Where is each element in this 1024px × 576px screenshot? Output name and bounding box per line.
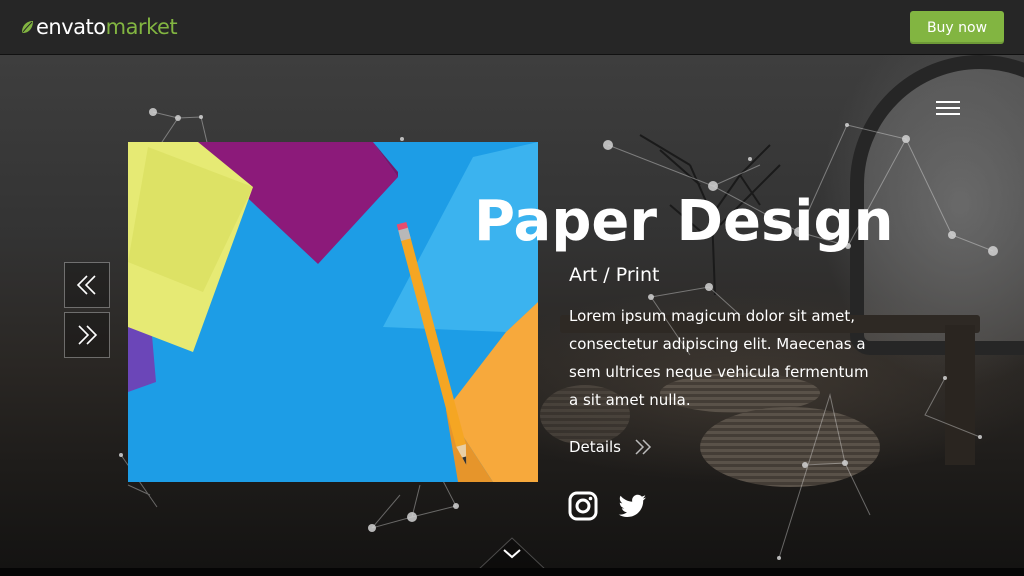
buy-now-button[interactable]: Buy now	[910, 11, 1004, 44]
prev-arrow-icon	[76, 275, 96, 295]
menu-icon[interactable]	[934, 98, 962, 118]
slide-description: Lorem ipsum magicum dolor sit amet, cons…	[569, 307, 869, 409]
scroll-down-button[interactable]	[478, 536, 546, 570]
logo-text-envato: envato	[36, 15, 106, 39]
details-link[interactable]: Details	[569, 438, 653, 456]
details-label: Details	[569, 438, 622, 456]
envato-market-logo[interactable]: envato market	[20, 14, 178, 40]
slide-subtitle: Art / Print	[569, 264, 660, 286]
next-arrow-icon	[78, 325, 98, 345]
top-bar: envato market Buy now	[0, 0, 1024, 55]
logo-text-market: market	[105, 15, 178, 39]
slide-title: Paper Design	[474, 189, 894, 254]
instagram-icon[interactable]	[567, 490, 599, 522]
bottom-strip	[0, 568, 1024, 576]
prev-slide-button[interactable]	[64, 262, 110, 308]
details-arrow-icon	[635, 439, 652, 455]
leaf-icon	[22, 21, 33, 33]
next-slide-button[interactable]	[64, 312, 110, 358]
twitter-icon[interactable]	[616, 490, 648, 522]
